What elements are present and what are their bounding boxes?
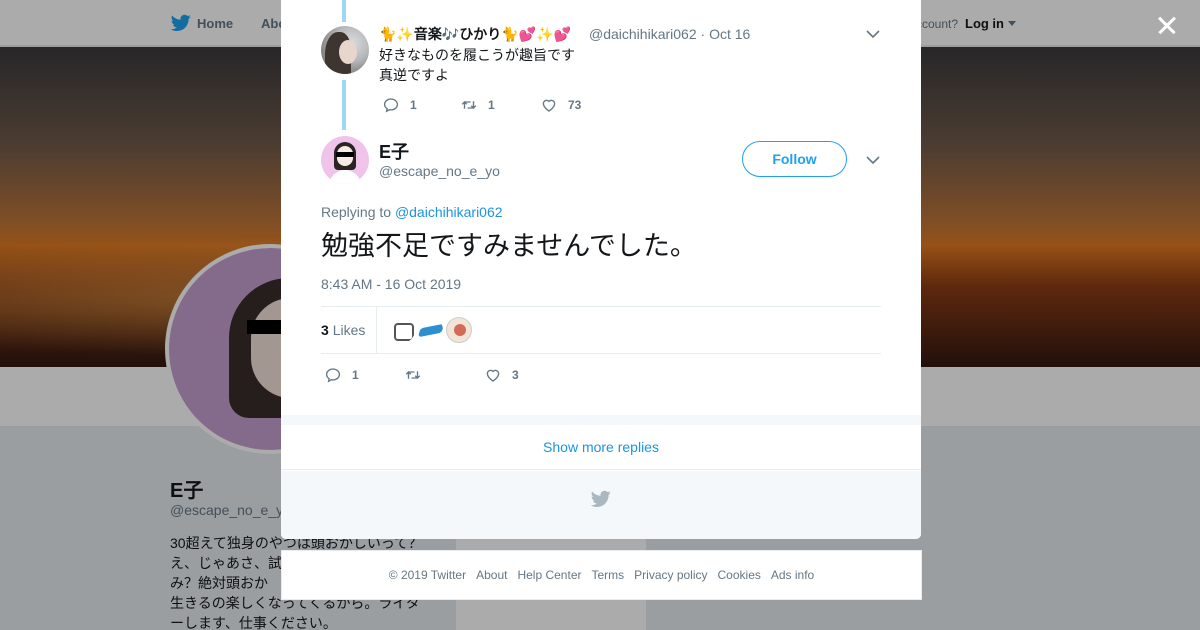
- like-count: 73: [568, 98, 582, 112]
- handle-text: @daichihikari062: [589, 26, 697, 42]
- liker-avatar[interactable]: [389, 317, 415, 343]
- reply-button[interactable]: 1: [324, 366, 404, 384]
- retweet-icon: [405, 371, 421, 379]
- show-more-replies-button[interactable]: Show more replies: [281, 425, 921, 470]
- like-button[interactable]: 3: [484, 366, 519, 384]
- like-button[interactable]: 73: [540, 96, 581, 114]
- name-text: 音楽: [413, 26, 442, 42]
- retweet-button[interactable]: [404, 366, 484, 384]
- replying-to-label: Replying to: [321, 204, 392, 220]
- tweet-text: 好きなものを履こうが趣旨です 真逆ですよ: [379, 45, 575, 85]
- footer-ads-link[interactable]: Ads info: [771, 568, 814, 582]
- twitter-bird-icon: [591, 490, 611, 507]
- footer-privacy-link[interactable]: Privacy policy: [634, 568, 707, 582]
- tweet-text: 勉強不足ですみませんでした。: [321, 231, 697, 261]
- footer-help-link[interactable]: Help Center: [517, 568, 581, 582]
- thread-line: [342, 0, 346, 22]
- chevron-down-icon[interactable]: [866, 154, 880, 166]
- footer-terms-link[interactable]: Terms: [591, 568, 624, 582]
- tweet-modal: 🐈✨音楽🎶ひかり🐈💕✨💕 @daichihikari062 · Oct 16 好…: [281, 0, 921, 539]
- tweet-actions: 1 3: [324, 366, 519, 384]
- tweet-text-line: 真逆ですよ: [379, 67, 449, 83]
- name-emoji: 🐈💕✨💕: [501, 26, 572, 42]
- tweet-author-name[interactable]: E子: [379, 138, 409, 164]
- likes-count: 3: [321, 322, 329, 338]
- heart-icon: [542, 99, 556, 112]
- retweet-count: 1: [488, 98, 495, 112]
- replying-to-link[interactable]: @daichihikari062: [395, 204, 503, 220]
- tweet-text-line: 好きなものを履こうが趣旨です: [379, 47, 575, 63]
- modal-footer: [281, 471, 921, 539]
- tweet-stats: 3 Likes: [321, 306, 881, 354]
- tweet-date[interactable]: Oct 16: [709, 26, 750, 42]
- tweet-author-name[interactable]: 🐈✨音楽🎶ひかり🐈💕✨💕: [379, 24, 571, 44]
- footer-copyright: © 2019 Twitter: [388, 568, 467, 582]
- retweet-button[interactable]: 1: [460, 96, 540, 114]
- reply-count: 1: [410, 98, 417, 112]
- follow-button[interactable]: Follow: [742, 141, 847, 177]
- liker-avatar[interactable]: [446, 317, 472, 343]
- reply-count: 1: [352, 368, 359, 382]
- section-gap: [281, 415, 921, 425]
- footer-about-link[interactable]: About: [476, 568, 507, 582]
- reply-button[interactable]: 1: [382, 96, 460, 114]
- name-emoji: 🎶: [441, 26, 460, 42]
- footer-cookies-link[interactable]: Cookies: [718, 568, 761, 582]
- chevron-down-icon[interactable]: [866, 28, 880, 40]
- thread-line: [342, 80, 346, 130]
- tweet-actions: 1 1 73: [382, 96, 581, 114]
- tweet-author-handle[interactable]: @daichihikari062 · Oct 16: [589, 26, 750, 42]
- avatar[interactable]: [321, 136, 369, 184]
- name-emoji: 🐈✨: [379, 26, 414, 42]
- likes-stat[interactable]: 3 Likes: [321, 322, 365, 338]
- reply-icon: [325, 368, 341, 383]
- site-footer: © 2019 Twitter About Help Center Terms P…: [281, 550, 922, 600]
- replying-to: Replying to @daichihikari062: [321, 204, 503, 220]
- retweet-icon: [461, 101, 477, 109]
- close-icon[interactable]: [1152, 10, 1182, 40]
- like-count: 3: [512, 368, 519, 382]
- tweet-author-handle[interactable]: @escape_no_e_yo: [379, 163, 500, 179]
- name-text: ひかり: [459, 26, 502, 42]
- reply-icon: [383, 98, 399, 113]
- likes-label: Likes: [332, 322, 366, 338]
- separator-dot: ·: [700, 26, 706, 42]
- tweet-timestamp[interactable]: 8:43 AM - 16 Oct 2019: [321, 276, 461, 292]
- avatar[interactable]: [321, 26, 369, 74]
- divider: [376, 307, 377, 353]
- liker-avatar[interactable]: [417, 317, 443, 343]
- heart-icon: [486, 369, 500, 382]
